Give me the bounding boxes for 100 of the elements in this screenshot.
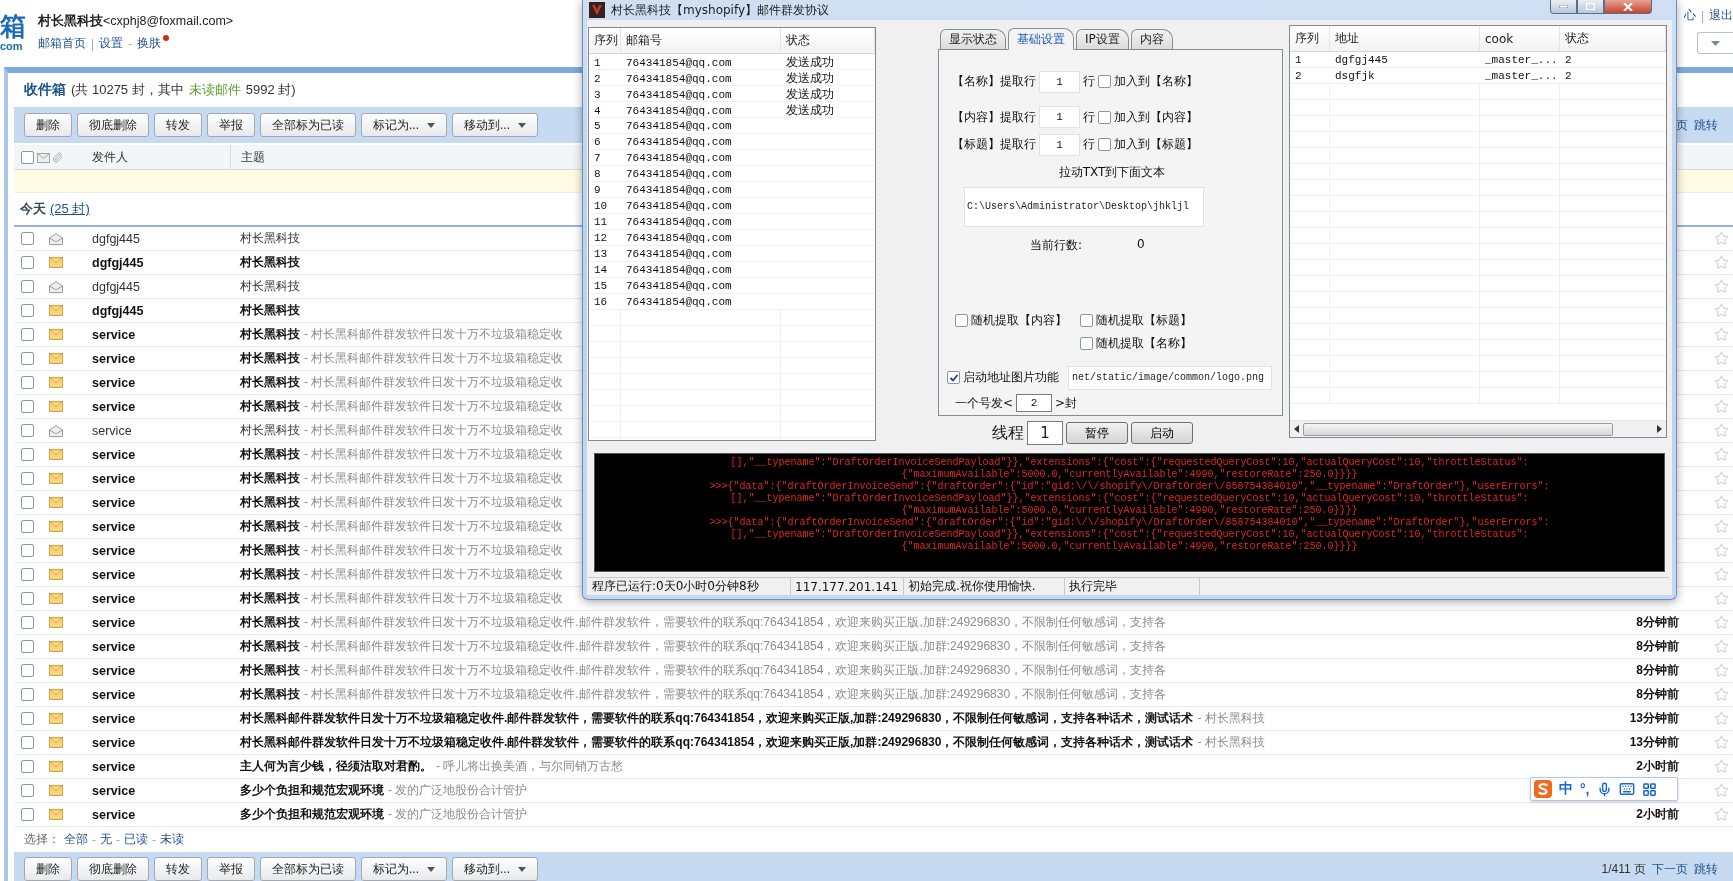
select-link[interactable]: 无 <box>100 831 112 848</box>
column-header[interactable]: cook <box>1480 26 1560 51</box>
microphone-icon[interactable] <box>1596 781 1612 797</box>
subject-text[interactable]: 村长黑科技 <box>240 278 300 295</box>
checkbox[interactable] <box>21 688 34 701</box>
header-link[interactable]: 心 <box>1683 7 1696 24</box>
subject-text[interactable]: 村长黑科技 <box>240 374 300 391</box>
checkbox[interactable] <box>21 592 34 605</box>
checkbox[interactable] <box>21 760 34 773</box>
subject-text[interactable]: 村长黑科技 <box>240 566 300 583</box>
star-icon[interactable] <box>1714 495 1729 510</box>
subject-text[interactable]: 村长黑科技 <box>240 542 300 559</box>
star-icon[interactable] <box>1714 591 1729 606</box>
toolbar-button[interactable]: 举报 <box>207 113 255 137</box>
checkbox[interactable] <box>21 448 34 461</box>
checkbox[interactable] <box>21 280 34 293</box>
url-field[interactable]: net/static/image/common/logo.png <box>1068 365 1272 390</box>
punctuation-toggle[interactable]: °, <box>1580 781 1590 797</box>
input-field[interactable]: 1 <box>1039 70 1080 93</box>
checkbox-label[interactable]: 加入到【标题】 <box>1114 136 1198 154</box>
checkbox-label[interactable]: 随机提取【标题】 <box>1096 311 1192 329</box>
pager-link[interactable]: 跳转 <box>1694 860 1718 878</box>
checkbox[interactable] <box>21 784 34 797</box>
group-count-link[interactable]: (25 封) <box>50 200 90 218</box>
menu-button[interactable]: 标记为... <box>361 857 447 881</box>
checkbox-label[interactable]: 随机提取【内容】 <box>971 311 1067 329</box>
subject-text[interactable]: 村长黑科技 <box>240 254 300 271</box>
toolbar-button[interactable]: 删除 <box>24 113 72 137</box>
menu-button[interactable]: 移动到... <box>452 857 539 881</box>
subject-text[interactable]: 村长黑科邮件群发软件日发十万不垃圾箱稳定收件.邮件群发软件，需要软件的联系qq:764341854，欢迎来购买正版,加群:249296830，不限制任何敏感词，支持各种话术，测试话术 <box>240 734 1194 751</box>
column-header[interactable]: 状态 <box>781 28 875 53</box>
star-icon[interactable] <box>1714 687 1729 702</box>
maximize-button[interactable] <box>1577 0 1604 14</box>
checkbox[interactable] <box>21 808 34 821</box>
select-link[interactable]: 未读 <box>160 831 184 848</box>
checkbox[interactable] <box>1098 138 1111 152</box>
header-link[interactable]: 邮箱首页 <box>38 35 86 52</box>
checkbox[interactable] <box>21 712 34 725</box>
right-arrow-icon[interactable] <box>1657 425 1662 433</box>
star-icon[interactable] <box>1714 399 1729 414</box>
left-arrow-icon[interactable] <box>1294 425 1299 433</box>
star-icon[interactable] <box>1714 759 1729 774</box>
checkbox[interactable] <box>947 371 960 385</box>
select-link[interactable]: 已读 <box>124 831 148 848</box>
checkbox[interactable] <box>21 640 34 653</box>
checkbox-label[interactable]: 加入到【名称】 <box>1114 73 1198 91</box>
toolbar-button[interactable]: 举报 <box>207 857 255 881</box>
checkbox[interactable] <box>21 424 34 437</box>
input-mode-toggle[interactable]: 中 <box>1559 780 1573 798</box>
star-icon[interactable] <box>1714 711 1729 726</box>
select-link[interactable]: 全部 <box>64 831 88 848</box>
checkbox[interactable] <box>21 400 34 413</box>
tab[interactable]: 内容 <box>1130 29 1173 49</box>
checkbox[interactable] <box>1098 75 1111 89</box>
ime-logo-icon[interactable] <box>1534 780 1552 798</box>
toolbar-button[interactable]: 转发 <box>154 113 202 137</box>
checkbox[interactable] <box>21 496 34 509</box>
subject-text[interactable]: 村长黑科邮件群发软件日发十万不垃圾箱稳定收件.邮件群发软件，需要软件的联系qq:764341854，欢迎来购买正版,加群:249296830，不限制任何敏感词，支持各种话术，测试话术 <box>240 710 1194 727</box>
subject-text[interactable]: 村长黑科技 <box>240 422 300 439</box>
column-header[interactable]: 地址 <box>1330 26 1480 51</box>
close-button[interactable] <box>1604 0 1652 14</box>
action-button[interactable]: 暂停 <box>1066 422 1128 444</box>
star-icon[interactable] <box>1714 783 1729 798</box>
horizontal-scrollbar[interactable] <box>1290 420 1666 437</box>
tab[interactable]: 基础设置 <box>1008 28 1074 50</box>
header-link[interactable]: 退出 <box>1709 7 1733 24</box>
checkbox[interactable] <box>21 616 34 629</box>
toolbar-button[interactable]: 删除 <box>24 857 72 881</box>
subject-text[interactable]: 村长黑科技 <box>240 302 300 319</box>
checkbox[interactable] <box>1080 336 1093 350</box>
checkbox[interactable] <box>1098 110 1111 124</box>
subject-text[interactable]: 村长黑科技 <box>240 686 300 703</box>
toolbar-button[interactable]: 全部标为已读 <box>260 857 356 881</box>
star-icon[interactable] <box>1714 447 1729 462</box>
star-icon[interactable] <box>1714 663 1729 678</box>
subject-text[interactable]: 村长黑科技 <box>240 398 300 415</box>
subject-text[interactable]: 村长黑科技 <box>240 494 300 511</box>
menu-button[interactable]: 标记为... <box>361 113 447 137</box>
thread-input[interactable]: 1 <box>1027 421 1063 445</box>
checkbox[interactable] <box>955 313 968 327</box>
select-all-checkbox[interactable] <box>21 151 34 164</box>
toolbar-button[interactable]: 转发 <box>154 857 202 881</box>
checkbox[interactable] <box>21 328 34 341</box>
subject-text[interactable]: 村长黑科技 <box>240 662 300 679</box>
minimize-button[interactable] <box>1550 0 1577 14</box>
checkbox[interactable] <box>21 304 34 317</box>
star-icon[interactable] <box>1714 567 1729 582</box>
subject-text[interactable]: 村长黑科技 <box>240 590 300 607</box>
subject-text[interactable]: 村长黑科技 <box>240 470 300 487</box>
subject-text[interactable]: 村长黑科技 <box>240 230 300 247</box>
star-icon[interactable] <box>1714 543 1729 558</box>
dropdown-field[interactable] <box>1697 32 1733 54</box>
subject-text[interactable]: 多少个负担和规范宏观环境 <box>240 806 384 823</box>
star-icon[interactable] <box>1714 807 1729 822</box>
checkbox[interactable] <box>21 232 34 245</box>
checkbox[interactable] <box>21 736 34 749</box>
pager-link[interactable]: 下一页 <box>1652 860 1688 878</box>
star-icon[interactable] <box>1714 303 1729 318</box>
star-icon[interactable] <box>1714 231 1729 246</box>
keyboard-icon[interactable] <box>1618 781 1635 797</box>
